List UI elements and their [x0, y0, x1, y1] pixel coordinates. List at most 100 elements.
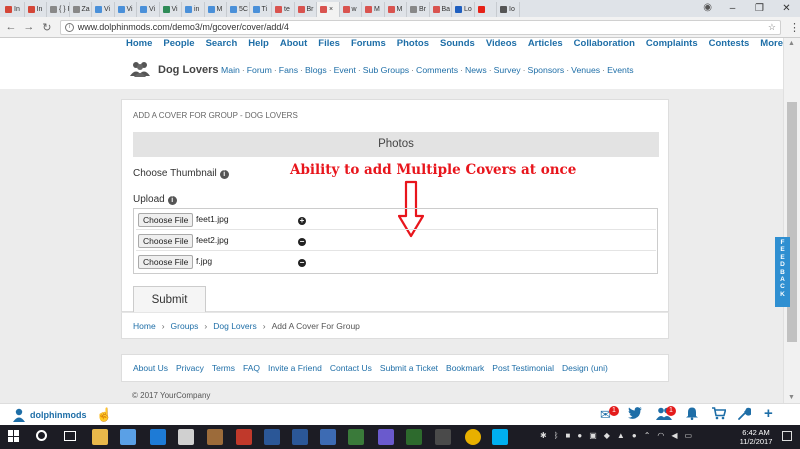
tray-icon[interactable]: ● — [632, 431, 637, 440]
scroll-up-icon[interactable]: ▲ — [788, 40, 795, 47]
volume-icon[interactable]: ◀ — [671, 431, 677, 440]
browser-tab[interactable]: Br — [407, 2, 430, 17]
friends-icon[interactable]: 1 — [656, 406, 676, 423]
group-link-fans[interactable]: Fans — [279, 65, 298, 75]
browser-tab[interactable]: Lo — [452, 2, 475, 17]
nav-link-more[interactable]: More — [760, 38, 783, 51]
nav-link-files[interactable]: Files — [318, 38, 340, 51]
group-link-sub-groups[interactable]: Sub Groups — [363, 65, 409, 75]
add-icon[interactable]: + — [298, 217, 306, 225]
footer-link[interactable]: Submit a Ticket — [380, 363, 438, 373]
browser-tab[interactable]: Vi — [160, 2, 182, 17]
group-link-blogs[interactable]: Blogs — [305, 65, 327, 75]
browser-tab[interactable]: Ti — [250, 2, 272, 17]
group-link-survey[interactable]: Survey — [494, 65, 521, 75]
skype-icon[interactable] — [492, 429, 508, 445]
chrome-icon[interactable] — [465, 429, 481, 445]
browser-tab[interactable]: In — [2, 2, 25, 17]
feedback-tab[interactable]: FEEDBACK — [775, 237, 790, 307]
wifi-icon[interactable]: ◠ — [657, 431, 664, 440]
browser-tab[interactable]: In — [25, 2, 47, 17]
nav-link-people[interactable]: People — [163, 38, 194, 51]
group-link-news[interactable]: News — [465, 65, 487, 75]
task-view-icon[interactable] — [64, 431, 76, 441]
site-info-icon[interactable]: i — [64, 22, 74, 32]
username[interactable]: dolphinmods — [30, 410, 87, 420]
page-scrollbar[interactable]: ▲ ▼ — [783, 38, 800, 403]
browser-tab[interactable]: te — [272, 2, 295, 17]
browser-tab[interactable]: Vi — [92, 2, 115, 17]
filezilla-icon[interactable] — [236, 429, 252, 445]
nav-link-complaints[interactable]: Complaints — [646, 38, 698, 51]
choose-file-button[interactable]: Choose File — [138, 255, 194, 269]
footer-link[interactable]: FAQ — [243, 363, 260, 373]
group-link-event[interactable]: Event — [334, 65, 356, 75]
nav-link-contests[interactable]: Contests — [709, 38, 750, 51]
browser-tab[interactable]: Za — [70, 2, 92, 17]
bookmark-star-icon[interactable]: ☆ — [768, 22, 776, 33]
nav-link-collaboration[interactable]: Collaboration — [574, 38, 635, 51]
tray-icon[interactable]: ▲ — [617, 431, 625, 440]
breadcrumb-item[interactable]: Home — [133, 321, 156, 331]
nav-link-about[interactable]: About — [280, 38, 307, 51]
browser-tab[interactable]: Vi — [137, 2, 160, 17]
browser-tab[interactable]: M — [205, 2, 227, 17]
browser-tab[interactable]: Vi — [115, 2, 137, 17]
nav-link-forums[interactable]: Forums — [351, 38, 386, 51]
file-explorer-icon[interactable] — [92, 429, 108, 445]
browser-tab[interactable]: M — [362, 2, 385, 17]
messages-icon[interactable]: ✉ 1 — [600, 406, 619, 423]
nav-link-articles[interactable]: Articles — [528, 38, 563, 51]
footer-link[interactable]: Post Testimonial — [492, 363, 554, 373]
browser-tab[interactable]: Io — [497, 2, 520, 17]
browser-tab[interactable]: M — [385, 2, 407, 17]
app-icon[interactable] — [378, 429, 394, 445]
browser-tab[interactable]: w — [340, 2, 362, 17]
mail-icon[interactable] — [178, 429, 194, 445]
app-icon[interactable] — [207, 429, 223, 445]
browser-tab[interactable]: 5C — [227, 2, 250, 17]
group-link-events[interactable]: Events — [607, 65, 634, 75]
keyboard-icon[interactable]: ▭ — [685, 431, 693, 440]
group-name[interactable]: Dog Lovers — [158, 64, 219, 76]
photos-icon[interactable] — [435, 429, 451, 445]
tray-icon[interactable]: ✱ — [540, 431, 547, 440]
plus-icon[interactable]: + — [764, 405, 773, 422]
group-link-sponsors[interactable]: Sponsors — [528, 65, 565, 75]
store-icon[interactable] — [120, 429, 136, 445]
action-center-icon[interactable] — [782, 431, 792, 441]
browser-tab[interactable]: Ba — [430, 2, 452, 17]
scroll-down-icon[interactable]: ▼ — [788, 394, 795, 401]
wrench-icon[interactable] — [738, 407, 753, 423]
notifications-bell-icon[interactable] — [686, 407, 698, 423]
group-link-main[interactable]: Main — [221, 65, 240, 75]
breadcrumb-item[interactable]: Dog Lovers — [213, 321, 256, 331]
excel-icon[interactable] — [348, 429, 364, 445]
nav-link-sounds[interactable]: Sounds — [440, 38, 475, 51]
choose-file-button[interactable]: Choose File — [138, 213, 194, 227]
info-icon[interactable]: i — [219, 170, 229, 179]
search-icon[interactable] — [36, 430, 47, 441]
footer-link[interactable]: About Us — [133, 363, 168, 373]
info-icon[interactable]: i — [167, 196, 177, 205]
browser-tab[interactable]: in — [182, 2, 205, 17]
group-link-comments[interactable]: Comments — [416, 65, 458, 75]
hand-pointer-icon[interactable]: ☝ — [96, 407, 112, 423]
remove-icon[interactable]: − — [298, 259, 306, 267]
document-icon[interactable] — [292, 429, 308, 445]
nav-link-photos[interactable]: Photos — [397, 38, 429, 51]
tray-icon[interactable]: ◆ — [604, 431, 610, 440]
show-hidden-icons-icon[interactable]: ⌃ — [644, 431, 651, 440]
nav-link-home[interactable]: Home — [126, 38, 152, 51]
choose-file-button[interactable]: Choose File — [138, 234, 194, 248]
address-bar[interactable]: i www.dolphinmods.com/demo3/m/gcover/cov… — [59, 19, 781, 35]
submit-button[interactable]: Submit — [133, 286, 206, 313]
close-window-button[interactable]: ✕ — [773, 0, 800, 17]
footer-link[interactable]: Terms — [212, 363, 235, 373]
footer-link[interactable]: Design (uni) — [562, 363, 608, 373]
tray-icon[interactable]: ■ — [566, 431, 571, 440]
app-icon[interactable] — [406, 429, 422, 445]
remove-icon[interactable]: − — [298, 238, 306, 246]
browser-tab[interactable]: { } Fl — [47, 2, 70, 17]
breadcrumb-item[interactable]: Groups — [171, 321, 199, 331]
